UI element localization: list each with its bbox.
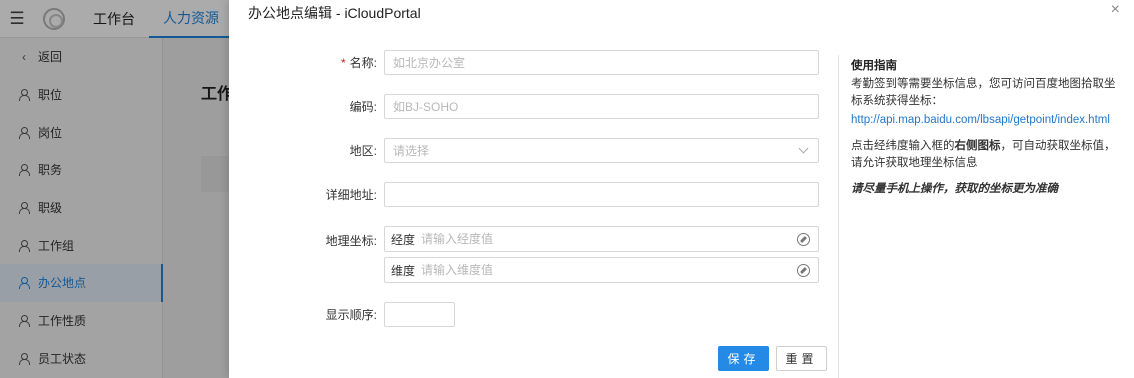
save-button[interactable]: 保存 bbox=[718, 346, 769, 371]
close-icon[interactable]: × bbox=[1111, 2, 1120, 18]
address-input[interactable] bbox=[384, 182, 819, 207]
required-mark: * bbox=[340, 56, 346, 70]
order-label: 显示顺序: bbox=[325, 308, 377, 322]
name-label: * 名称: bbox=[340, 56, 377, 70]
latitude-field: 维度 bbox=[384, 257, 819, 283]
region-label: 地区: bbox=[349, 144, 377, 158]
longitude-field: 经度 bbox=[384, 226, 819, 252]
dialog-title: 办公地点编辑 - iCloudPortal bbox=[248, 5, 421, 21]
region-placeholder: 请选择 bbox=[393, 144, 430, 158]
form-row-name: * 名称: bbox=[229, 50, 819, 75]
address-label: 详细地址: bbox=[325, 188, 377, 202]
geo-coordinates: 经度 维度 bbox=[384, 226, 819, 283]
region-select[interactable]: 请选择 bbox=[384, 138, 819, 163]
guide-emphasis: 右侧图标 bbox=[954, 140, 1001, 152]
office-location-edit-dialog: 办公地点编辑 - iCloudPortal × *名称: 编码: 地区: 请选择… bbox=[229, 0, 1134, 378]
chevron-down-icon bbox=[798, 143, 809, 154]
baidu-map-link[interactable]: http://api.map.baidu.com/lbsapi/getpoint… bbox=[851, 112, 1121, 129]
name-input[interactable] bbox=[384, 50, 819, 75]
guide-paragraph: 点击经纬度输入框的右侧图标，可自动获取坐标值，请允许获取地理坐标信息 bbox=[851, 140, 1116, 169]
divider bbox=[838, 55, 839, 378]
form-row-region: 地区: 请选择 bbox=[229, 138, 819, 163]
form-row-code: 编码: bbox=[229, 94, 819, 119]
dialog-header: 办公地点编辑 - iCloudPortal × bbox=[229, 0, 1134, 28]
code-label: 编码: bbox=[349, 100, 377, 114]
code-input[interactable] bbox=[384, 94, 819, 119]
display-order-input[interactable] bbox=[384, 302, 455, 327]
longitude-input[interactable] bbox=[421, 232, 797, 246]
longitude-prefix: 经度 bbox=[391, 232, 416, 247]
guide-title: 使用指南 bbox=[851, 60, 897, 72]
usage-guide: 使用指南 考勤签到等需要坐标信息，您可访问百度地图拾取坐标系统获得坐标： htt… bbox=[851, 58, 1121, 198]
geo-label: 地理坐标: bbox=[325, 234, 377, 248]
form-row-order: 显示顺序: bbox=[229, 302, 455, 327]
latitude-input[interactable] bbox=[421, 263, 797, 277]
compass-icon[interactable] bbox=[797, 232, 810, 246]
edit-form: *名称: 编码: 地区: 请选择 详细地址: 地理坐标: 经度 bbox=[229, 38, 837, 378]
form-row-address: 详细地址: bbox=[229, 182, 819, 207]
form-row-geo: 地理坐标: 经度 维度 bbox=[229, 226, 819, 283]
compass-icon[interactable] bbox=[797, 263, 810, 277]
guide-paragraph: 考勤签到等需要坐标信息，您可访问百度地图拾取坐标系统获得坐标： bbox=[851, 78, 1116, 107]
guide-note: 请尽量手机上操作，获取的坐标更为准确 bbox=[851, 183, 1058, 195]
reset-button[interactable]: 重置 bbox=[776, 346, 827, 371]
latitude-prefix: 维度 bbox=[391, 263, 416, 278]
